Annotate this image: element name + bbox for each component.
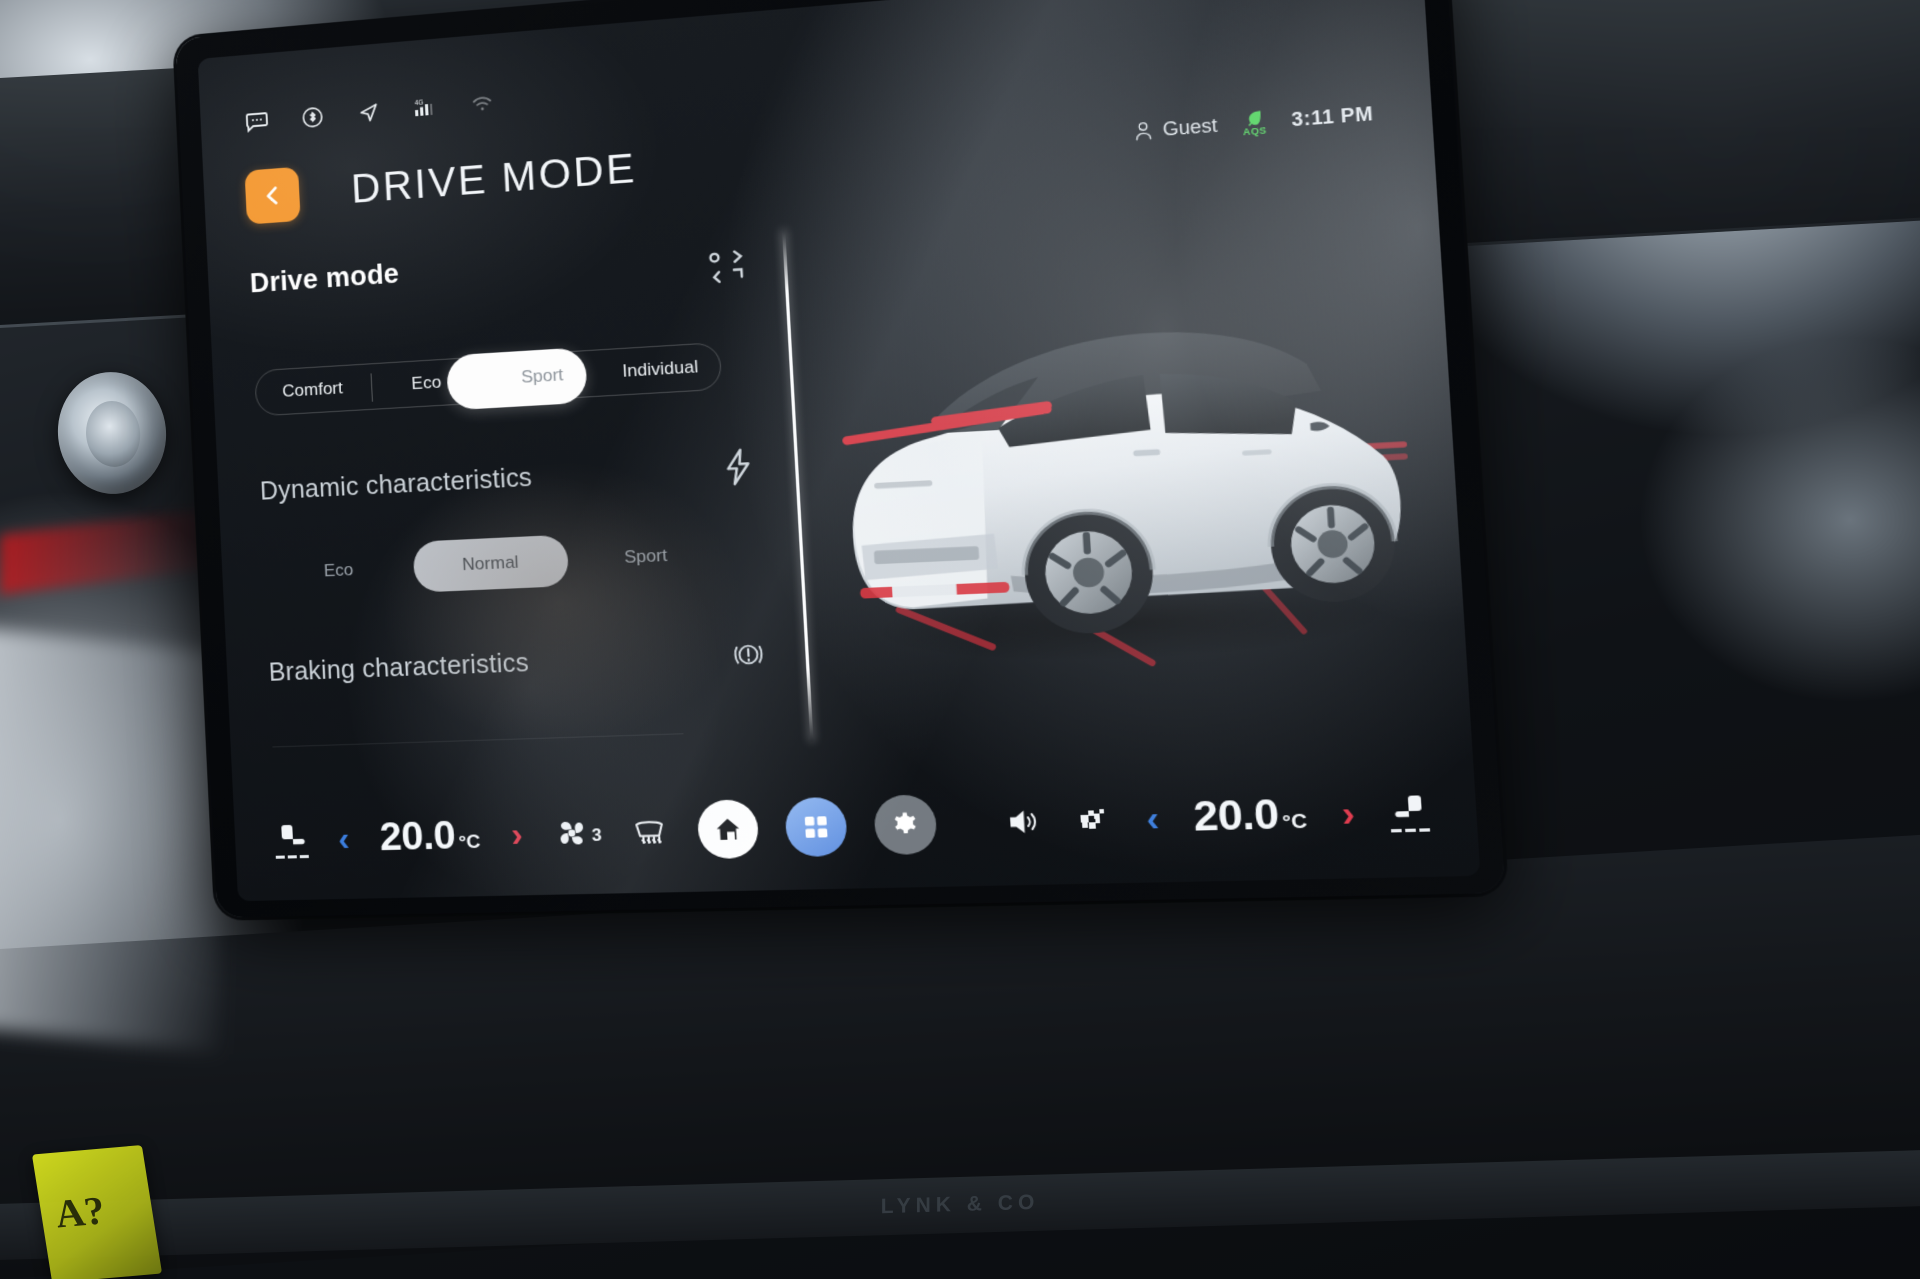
page-content: Drive mode Comfort Eco Sport Individual … [207,167,1472,782]
bluetooth-icon[interactable] [299,104,326,130]
home-button[interactable] [696,799,760,860]
aqs-label: AQS [1242,124,1267,138]
passenger-temperature-unit: °C [1281,810,1308,834]
vehicle-illustration [841,323,1452,744]
user-name: Guest [1162,114,1218,140]
screen-surface: 4G DRIVE MODE Guest AQS 3:11 PM Drive mo… [197,0,1481,902]
dock-right-cluster: ‹ 20.0 °C › [1006,787,1431,845]
section-divider [272,733,684,748]
vehicle-stage [802,212,1452,744]
passenger-temp-increase[interactable]: › [1340,793,1356,835]
person-icon [1133,121,1153,142]
gear-icon [894,812,917,834]
dynamic-characteristics-header: Dynamic characteristics [259,444,796,511]
header-right-cluster: Guest AQS 3:11 PM [1133,99,1386,146]
drive-mode-header: Drive mode [249,232,785,317]
signal-bars-4g-icon: 4G [411,95,439,121]
air-vent-knob[interactable] [51,366,173,500]
passenger-temperature[interactable]: 20.0 °C [1192,791,1308,842]
passenger-temp-decrease[interactable]: ‹ [1145,798,1160,839]
driver-temp-decrease[interactable]: ‹ [337,819,350,858]
passenger-temperature-value: 20.0 [1192,791,1280,841]
screen-bezel: 4G DRIVE MODE Guest AQS 3:11 PM Drive mo… [175,0,1506,918]
infotainment-screen: 4G DRIVE MODE Guest AQS 3:11 PM Drive mo… [175,0,1506,918]
navigation-arrow-icon[interactable] [355,100,382,126]
fan-speed-control[interactable]: 3 [553,817,602,849]
driver-seat-heater-icon[interactable] [274,821,309,859]
page-title: DRIVE MODE [350,145,638,212]
status-bar: 4G [244,91,497,135]
leaf-icon [1247,110,1261,127]
braking-characteristics-title: Braking characteristics [268,648,530,687]
drive-mode-option-individual[interactable]: Individual [600,355,720,383]
driver-temperature[interactable]: 20.0 °C [379,813,482,861]
home-icon [716,818,741,840]
expand-corners-icon[interactable] [704,247,749,287]
chevron-left-icon [259,182,286,210]
volume-speaker-icon[interactable] [1006,807,1043,836]
driver-temperature-value: 20.0 [378,813,457,860]
passenger-seat-heater-icon[interactable] [1389,792,1431,833]
fan-speed-value: 3 [591,825,603,846]
apps-button[interactable] [784,796,849,858]
cabin-pillar [0,626,220,1054]
drive-mode-panel: Drive mode Comfort Eco Sport Individual … [207,213,812,782]
front-defrost-icon[interactable] [632,815,672,847]
driver-temperature-unit: °C [458,831,482,854]
drive-mode-title: Drive mode [249,258,400,299]
apps-grid-icon [805,816,828,838]
rear-defrost-icon[interactable] [1075,803,1113,836]
fan-icon [560,821,584,845]
dynamic-characteristics-selector[interactable]: Eco Normal Sport [263,529,726,597]
drive-mode-option-comfort[interactable]: Comfort [256,377,370,404]
user-profile[interactable]: Guest [1133,114,1218,143]
dealer-tag [31,1144,163,1279]
dynamic-option-sport[interactable]: Sport [567,543,725,571]
drive-mode-selector[interactable]: Comfort Eco Sport Individual [254,341,723,417]
clock: 3:11 PM [1290,102,1374,131]
dock-left-cluster: ‹ 20.0 °C › 3 [274,808,672,863]
lightning-bolt-icon [719,446,757,487]
back-button[interactable] [244,166,301,225]
dynamic-option-eco[interactable]: Eco [264,557,415,584]
braking-characteristics-header[interactable]: Braking characteristics [268,633,807,692]
message-icon[interactable] [244,109,271,135]
dynamic-characteristics-title: Dynamic characteristics [259,462,533,506]
driver-temp-increase[interactable]: › [510,815,524,854]
settings-button[interactable] [873,794,939,856]
vehicle-preview [784,167,1472,765]
dock-center-cluster [696,794,939,860]
brake-warning-icon [729,634,768,675]
svg-text:4G: 4G [415,99,424,107]
dashboard-badge-text: LYNK & CO [880,1190,1040,1219]
aqs-indicator[interactable]: AQS [1242,108,1267,138]
wifi-icon[interactable] [468,91,496,117]
